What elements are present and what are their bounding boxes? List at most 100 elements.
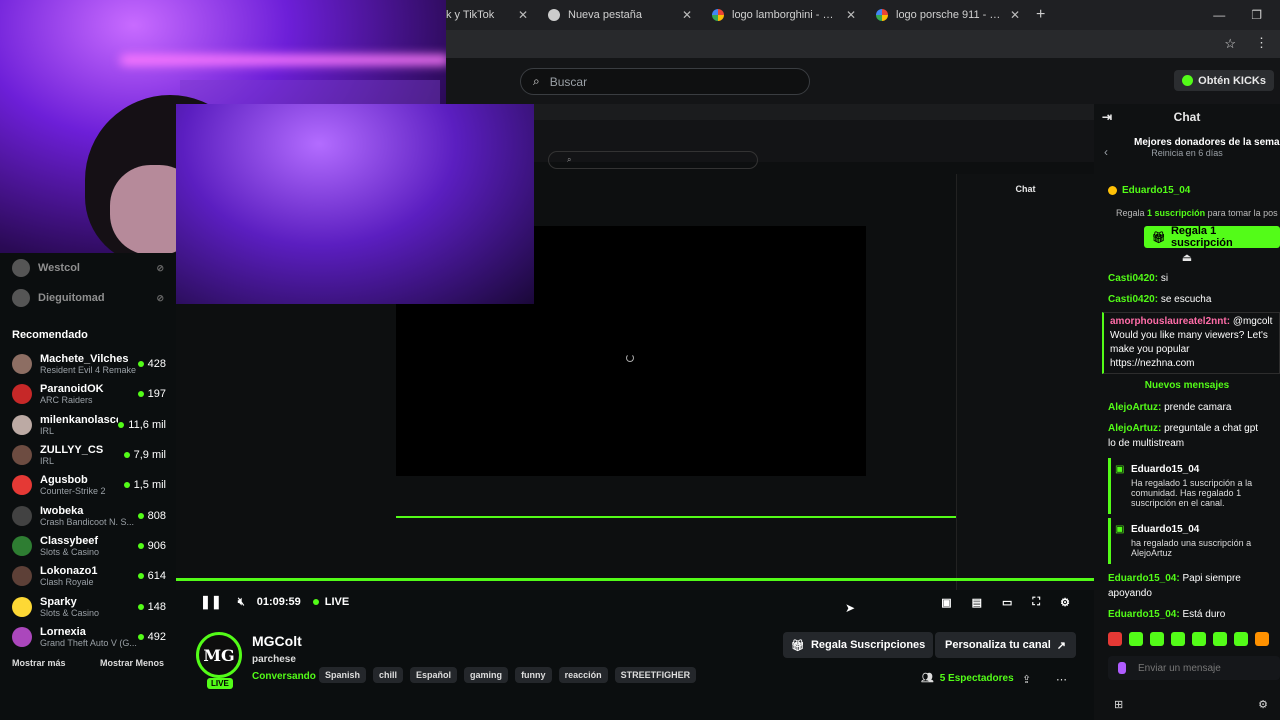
address-bar[interactable]: ☆ ⋮ (446, 30, 1280, 58)
browser-tab[interactable]: logo lamborghini - Buscar con ✕ (702, 0, 866, 30)
customize-channel-button[interactable]: Personaliza tu canal ↗ (935, 632, 1076, 658)
close-icon[interactable]: ✕ (682, 8, 692, 22)
bookmark-star-icon[interactable]: ☆ (1224, 36, 1236, 52)
search-icon: ⌕ (533, 74, 540, 88)
stream-tag[interactable]: chill (373, 667, 404, 683)
live-dot-icon (312, 599, 319, 605)
search-input[interactable]: ⌕ Buscar (520, 68, 810, 95)
sidebar-recommended-item[interactable]: Lornexia Grand Theft Auto V (G... 492 (0, 622, 176, 652)
channel-avatar[interactable]: MG (196, 632, 242, 678)
get-kicks-button[interactable]: Obtén KICKs (1174, 70, 1274, 91)
emote-icon[interactable] (1108, 632, 1122, 646)
theater-icon[interactable]: ▭ (1002, 596, 1012, 609)
stream-tag[interactable]: Spanish (319, 667, 367, 683)
stream-tag[interactable]: gaming (464, 667, 509, 683)
chat-message: Eduardo15_04: Papi siempre apoyando (1108, 573, 1241, 599)
close-icon[interactable]: ✕ (1010, 8, 1020, 22)
clip-icon[interactable]: ▤ (972, 596, 982, 609)
gift-sub-card: ▣ Eduardo15_04 ha regalado una suscripci… (1108, 518, 1280, 564)
top-donor[interactable]: Eduardo15_04 (1094, 179, 1280, 202)
close-icon[interactable]: ✕ (518, 8, 528, 22)
chat-message: Casti0420: si (1108, 273, 1169, 284)
browser-tab[interactable]: logo porsche 911 - Buscar con ✕ (866, 0, 1030, 30)
viewer-count: 148 (137, 601, 166, 613)
live-dot-icon (137, 573, 144, 580)
stream-info: MG LIVE MGColt parchese Conversando Span… (176, 616, 1094, 720)
sidebar-recommended-item[interactable]: milenkanolasco IRL 11,6 mil (0, 410, 176, 440)
show-less-link[interactable]: Mostrar Menos (100, 658, 164, 668)
stream-tag[interactable]: Español (410, 667, 458, 683)
emote-icon[interactable] (1192, 632, 1206, 646)
sidebar-recommended-item[interactable]: Machete_Vilches Resident Evil 4 Remake 428 (0, 349, 176, 379)
sidebar-recommended-item[interactable]: Agusbob Counter-Strike 2 1,5 mil (0, 470, 176, 500)
sidebar-recommended-item[interactable]: Classybeef Slots & Casino 906 (0, 531, 176, 561)
gift-one-sub-button[interactable]: 🎁︎ Regala 1 suscripción (1144, 225, 1280, 249)
sidebar-recommended-item[interactable]: ParanoidOK ARC Raiders 197 (0, 379, 176, 409)
live-dot-icon (137, 633, 144, 640)
avatar (12, 505, 32, 526)
emote-icon[interactable] (1129, 632, 1143, 646)
chat-settings-gear-icon[interactable]: ⚙ (1258, 698, 1268, 711)
browser-tab[interactable]: Nueva pestaña ✕ (538, 0, 702, 30)
new-messages-divider[interactable]: Nuevos mensajes (1094, 380, 1280, 391)
emote-icon[interactable] (1213, 632, 1227, 646)
channel-category: Clash Royale (40, 577, 94, 588)
minimize-icon[interactable]: — (1213, 8, 1225, 22)
stream-tag[interactable]: STREETFIGHER (614, 667, 697, 683)
gift-sub-text: Ha regalado 1 suscripción a la comunidad… (1131, 478, 1253, 508)
stream-title: parchese (252, 654, 296, 665)
emote-icon[interactable] (1171, 632, 1185, 646)
new-tab-icon[interactable]: + (1036, 6, 1045, 24)
window-controls: — ❐ (1213, 8, 1280, 22)
gift-subs-button[interactable]: 🎁︎ Regala Suscripciones (783, 632, 934, 658)
sidebar-recommended-item[interactable]: Sparky Slots & Casino 148 (0, 591, 176, 621)
gift-box-icon[interactable]: ⊞ (1114, 698, 1123, 711)
emote-icon[interactable] (1150, 632, 1164, 646)
chat-message-input[interactable]: Enviar un mensaje (1108, 656, 1280, 680)
live-label[interactable]: LIVE (325, 596, 349, 608)
close-icon[interactable]: ✕ (846, 8, 856, 22)
nested-screen-capture: ⌕ Chat (176, 104, 1094, 590)
nested-progress (396, 516, 956, 518)
channel-name[interactable]: MGColt (252, 633, 302, 649)
viewer-count: 428 (137, 358, 166, 370)
sidebar-following-item[interactable]: Westcol ⊘ (0, 253, 176, 283)
stream-tag[interactable]: funny (515, 667, 552, 683)
live-dot-icon (137, 542, 144, 549)
video-player[interactable]: ⌕ Chat (176, 104, 1094, 590)
live-dot-icon (137, 512, 144, 519)
profile-icon[interactable]: ⋮ (1255, 35, 1268, 51)
browser-tab[interactable]: k y TikTok ✕ (446, 0, 538, 30)
channel-name: Agusbob (40, 474, 88, 487)
maximize-icon[interactable]: ❐ (1251, 8, 1262, 22)
emote-icon[interactable] (1255, 632, 1269, 646)
donors-subtitle: Reinicia en 6 días (1151, 148, 1223, 158)
sidebar-recommended-item[interactable]: Lokonazo1 Clash Royale 614 (0, 561, 176, 591)
settings-gear-icon[interactable]: ⚙ (1060, 596, 1070, 609)
more-icon[interactable]: ⋯ (1056, 673, 1067, 686)
player-controls: ❚❚ 🔇︎ 01:09:59 LIVE ▣ ▤ ▭ ⛶ ⚙ (176, 590, 1094, 614)
share-icon[interactable]: ⇪ (1022, 673, 1031, 686)
sidebar-following-item[interactable]: Dieguitomad ⊘ (0, 283, 176, 313)
miniplayer-icon[interactable]: ▣ (941, 596, 951, 609)
chevron-left-icon[interactable]: ‹ (1104, 145, 1108, 159)
emote-picker-icon[interactable] (1118, 662, 1126, 674)
viewer-count: 614 (137, 570, 166, 582)
show-more-link[interactable]: Mostrar más (12, 658, 66, 668)
avatar (12, 289, 30, 307)
video-progress-bar[interactable] (176, 578, 1094, 581)
nested-tabbar (496, 104, 1094, 120)
fullscreen-icon[interactable]: ⛶ (1032, 596, 1040, 609)
viewer-count-label: 5 Espectadores (939, 673, 1014, 684)
collapse-chat-icon[interactable]: ⇥ (1102, 110, 1112, 124)
stream-category[interactable]: Conversando (252, 671, 316, 682)
sidebar-recommended-item[interactable]: ZULLYY_CS IRL 7,9 mil (0, 440, 176, 470)
sidebar-recommended-item[interactable]: Iwobeka Crash Bandicoot N. S... 808 (0, 500, 176, 530)
viewer-count: 492 (137, 631, 166, 643)
avatar (12, 414, 32, 435)
mute-icon[interactable]: 🔇︎ (238, 596, 245, 609)
pin-icon[interactable]: ⏏ (1094, 251, 1280, 264)
pause-icon[interactable]: ❚❚ (200, 594, 222, 610)
stream-tag[interactable]: reacción (558, 667, 608, 683)
emote-icon[interactable] (1234, 632, 1248, 646)
